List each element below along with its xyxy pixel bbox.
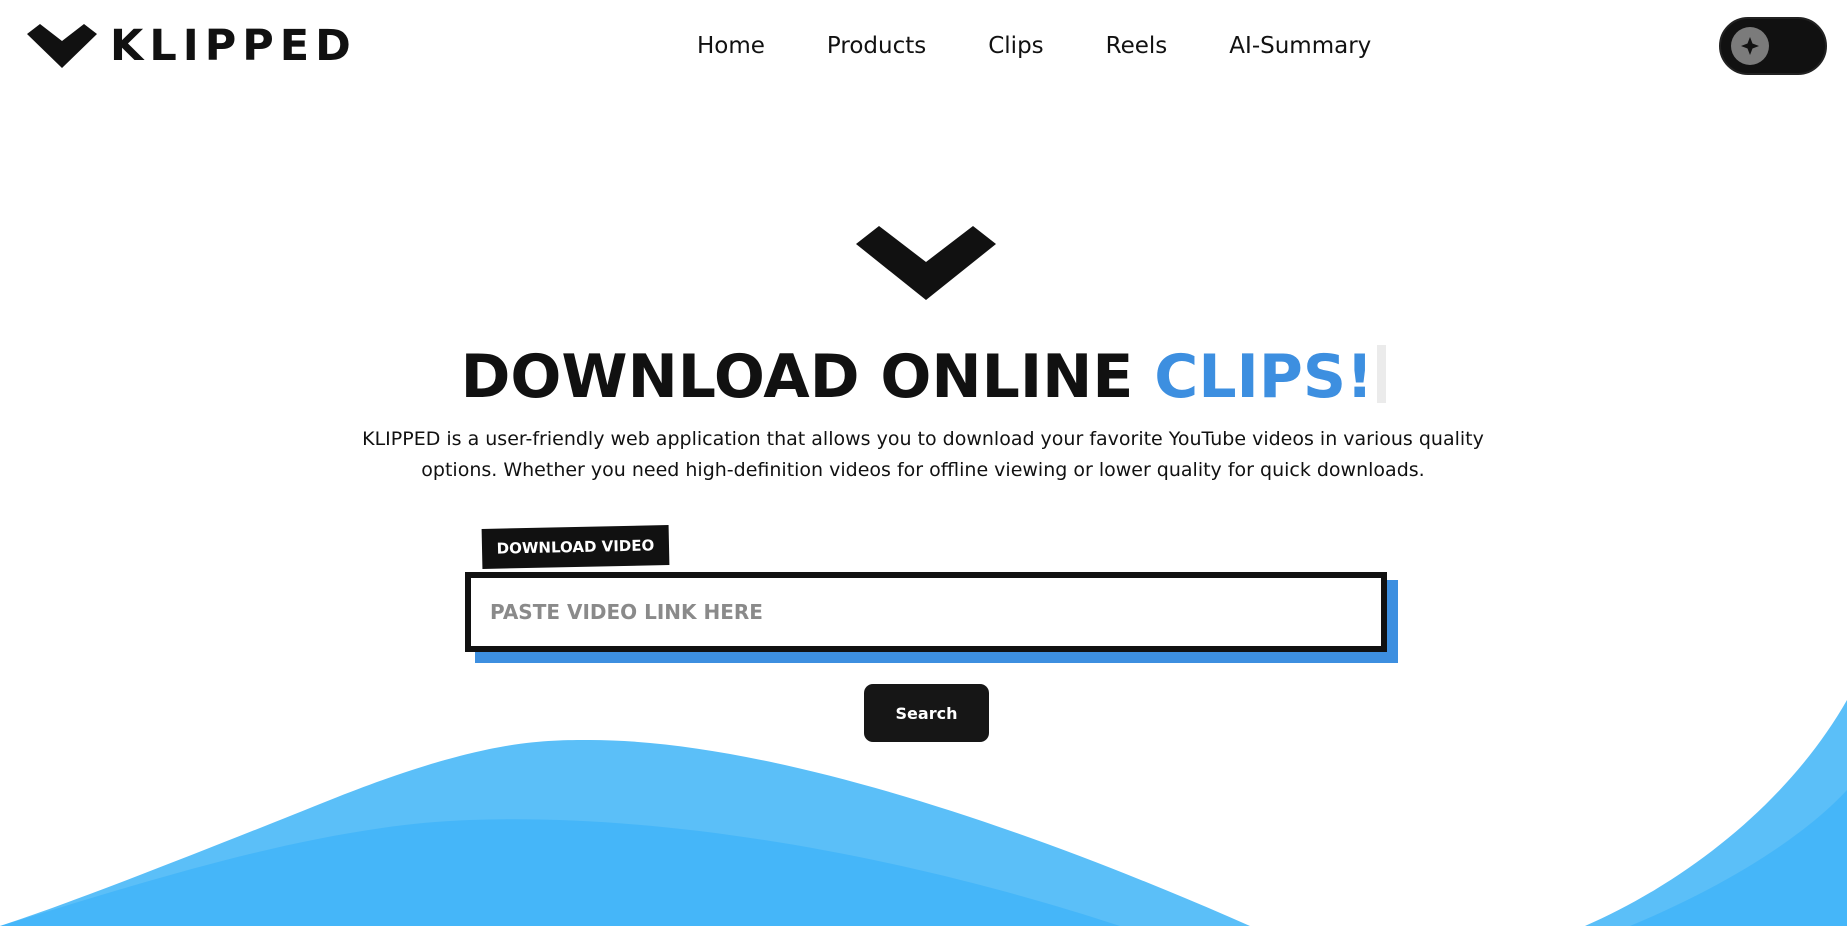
title-main: DOWNLOAD ONLINE (460, 342, 1155, 412)
nav-link-products[interactable]: Products (827, 31, 926, 61)
download-video-tag: DOWNLOAD VIDEO (481, 525, 670, 569)
star-icon (1741, 37, 1759, 55)
theme-toggle[interactable] (1719, 17, 1827, 75)
hero-description: KLIPPED is a user-friendly web applicati… (362, 428, 1484, 481)
logo[interactable]: KLIPPED (27, 24, 357, 68)
typing-cursor (1377, 345, 1387, 403)
nav-link-ai-summary[interactable]: AI-Summary (1229, 31, 1371, 61)
nav-link-home[interactable]: Home (697, 31, 765, 61)
video-link-input[interactable] (465, 572, 1387, 652)
nav-link-clips[interactable]: Clips (988, 31, 1043, 61)
chevron-down-icon (856, 226, 996, 300)
nav-link-reels[interactable]: Reels (1106, 31, 1168, 61)
toggle-knob (1731, 27, 1769, 65)
title-accent: CLIPS! (1154, 342, 1374, 412)
chevron-down-icon (27, 24, 97, 68)
page-title: DOWNLOAD ONLINE CLIPS! (0, 338, 1847, 416)
site-header: KLIPPED Home Products Clips Reels AI-Sum… (0, 0, 1847, 95)
search-button[interactable]: Search (864, 684, 989, 742)
brand-name: KLIPPED (110, 21, 357, 71)
main-nav: Home Products Clips Reels AI-Summary (697, 31, 1371, 61)
